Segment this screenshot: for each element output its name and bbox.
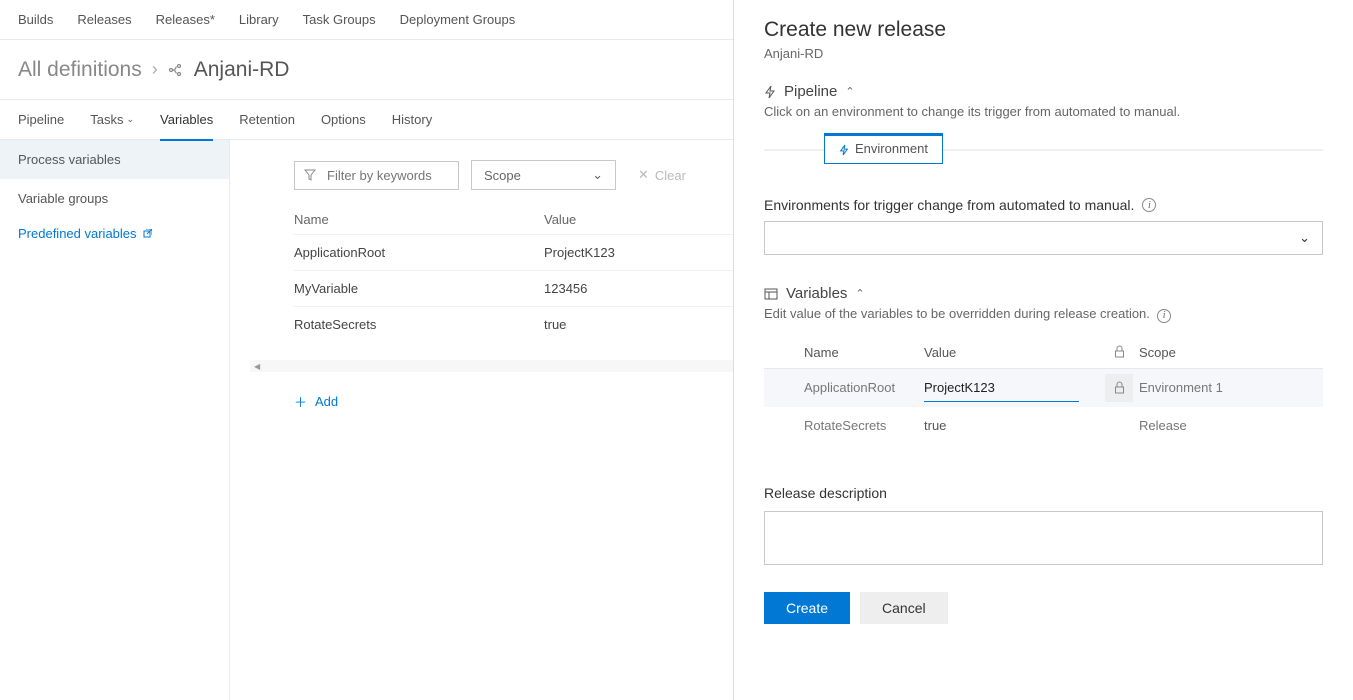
scope-dropdown[interactable]: Scope ⌄ bbox=[471, 160, 616, 190]
sidebar-item-variable-groups[interactable]: Variable groups bbox=[0, 179, 229, 218]
variables-section-header[interactable]: Variables ⌃ bbox=[764, 285, 1323, 302]
panel-subtitle: Anjani-RD bbox=[764, 46, 1323, 61]
env-select[interactable]: ⌄ bbox=[764, 221, 1323, 255]
bolt-icon bbox=[764, 84, 776, 99]
panel-var-header: Name Value Scope bbox=[764, 337, 1323, 369]
create-button[interactable]: Create bbox=[764, 592, 850, 624]
lock-icon bbox=[1099, 345, 1139, 360]
chevron-down-icon: ⌄ bbox=[1299, 230, 1310, 246]
cancel-button[interactable]: Cancel bbox=[860, 592, 948, 624]
nav-releases[interactable]: Releases bbox=[77, 12, 131, 27]
pipeline-section-desc: Click on an environment to change its tr… bbox=[764, 104, 1323, 119]
tab-variables[interactable]: Variables bbox=[160, 100, 213, 140]
close-icon: ✕ bbox=[638, 167, 649, 183]
breadcrumb-name: Anjani-RD bbox=[194, 58, 290, 82]
tab-history[interactable]: History bbox=[392, 100, 432, 140]
external-link-icon bbox=[142, 228, 152, 240]
tab-options[interactable]: Options bbox=[321, 100, 366, 140]
header-value: Value bbox=[544, 212, 744, 227]
header-name: Name bbox=[294, 212, 544, 227]
breadcrumb-all[interactable]: All definitions bbox=[18, 58, 142, 82]
tab-retention[interactable]: Retention bbox=[239, 100, 295, 140]
info-icon[interactable]: i bbox=[1142, 198, 1156, 212]
env-trigger-label: Environments for trigger change from aut… bbox=[764, 197, 1323, 213]
tab-tasks[interactable]: Tasks⌄ bbox=[90, 100, 134, 140]
chevron-right-icon: › bbox=[152, 59, 158, 80]
tab-pipeline[interactable]: Pipeline bbox=[18, 100, 64, 140]
panel-var-row[interactable]: RotateSecrets true Release bbox=[764, 407, 1323, 445]
sidebar: Process variables Variable groups Predef… bbox=[0, 140, 230, 700]
release-definition-icon bbox=[168, 61, 184, 78]
description-label: Release description bbox=[764, 485, 1323, 501]
nav-task-groups[interactable]: Task Groups bbox=[303, 12, 376, 27]
plus-icon: ＋ bbox=[294, 392, 307, 411]
button-row: Create Cancel bbox=[764, 592, 1323, 624]
triangle-left-icon: ◀ bbox=[254, 362, 260, 371]
nav-releases-star[interactable]: Releases* bbox=[156, 12, 215, 27]
value-input[interactable]: ProjectK123 bbox=[924, 374, 1079, 402]
panel-title: Create new release bbox=[764, 18, 1323, 42]
chevron-down-icon: ⌄ bbox=[127, 114, 135, 125]
nav-library[interactable]: Library bbox=[239, 12, 279, 27]
nav-deployment-groups[interactable]: Deployment Groups bbox=[400, 12, 516, 27]
environment-node[interactable]: Environment bbox=[824, 133, 943, 164]
nav-builds[interactable]: Builds bbox=[18, 12, 53, 27]
sidebar-link-predefined[interactable]: Predefined variables bbox=[0, 218, 229, 249]
clear-button[interactable]: ✕ Clear bbox=[638, 167, 686, 183]
pipeline-section-header[interactable]: Pipeline ⌃ bbox=[764, 83, 1323, 100]
pipeline-diagram: Environment bbox=[764, 133, 1323, 169]
panel-var-row[interactable]: ApplicationRoot ProjectK123 Environment … bbox=[764, 369, 1323, 407]
sidebar-item-process-variables[interactable]: Process variables bbox=[0, 140, 229, 179]
chevron-up-icon: ⌃ bbox=[845, 85, 854, 98]
chevron-down-icon: ⌄ bbox=[592, 167, 603, 183]
lock-toggle[interactable] bbox=[1105, 374, 1133, 402]
filter-input[interactable] bbox=[294, 161, 459, 190]
description-input[interactable] bbox=[764, 511, 1323, 565]
chevron-up-icon: ⌃ bbox=[855, 287, 864, 300]
bolt-icon bbox=[839, 141, 849, 156]
create-release-panel: Create new release Anjani-RD Pipeline ⌃ … bbox=[733, 0, 1353, 700]
info-icon[interactable]: i bbox=[1157, 309, 1171, 323]
variable-icon bbox=[764, 285, 778, 302]
variables-section-desc: Edit value of the variables to be overri… bbox=[764, 306, 1323, 323]
